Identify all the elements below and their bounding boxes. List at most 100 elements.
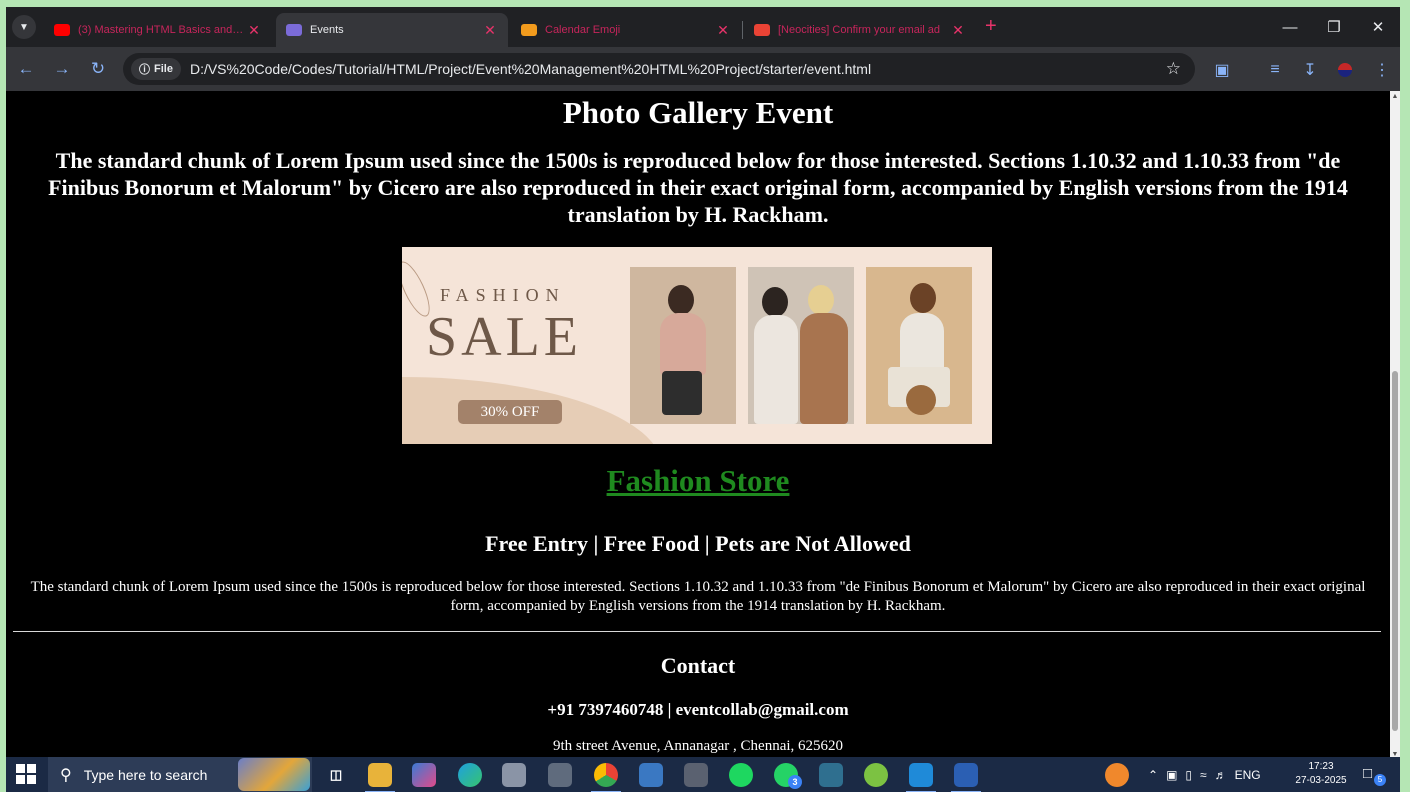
close-icon[interactable]: ✕ <box>715 22 731 39</box>
tab-search-button[interactable]: ▼ <box>12 15 36 39</box>
banner-sale-text: SALE <box>426 306 582 368</box>
horizontal-rule <box>13 631 1381 632</box>
event-description: The standard chunk of Lorem Ipsum used s… <box>30 579 1366 614</box>
close-icon[interactable]: ✕ <box>950 22 966 39</box>
gmail-icon <box>754 24 770 36</box>
basket-bag <box>906 385 936 415</box>
restore-button[interactable]: ❐ <box>1314 14 1354 40</box>
reload-button[interactable]: ↻ <box>86 57 110 81</box>
edge-icon[interactable] <box>458 763 482 787</box>
tab-separator <box>742 21 743 39</box>
model-photo <box>630 267 736 424</box>
bookmark-star-icon[interactable]: ☆ <box>1166 59 1181 79</box>
language-indicator[interactable]: ENG <box>1235 768 1261 782</box>
model-trousers <box>662 371 702 415</box>
notification-center-button[interactable]: □ 5 <box>1363 765 1386 786</box>
task-view-icon[interactable]: ◫ <box>324 763 348 787</box>
minimize-button[interactable]: — <box>1270 14 1310 40</box>
volume-icon[interactable]: ♬ <box>1215 768 1227 782</box>
search-placeholder: Type here to search <box>83 766 208 783</box>
tab-strip: ▼ (3) Mastering HTML Basics and Be ✕ Eve… <box>6 7 1400 47</box>
chevron-down-icon: ▼ <box>19 21 29 33</box>
tab-neocities[interactable]: [Neocities] Confirm your email ad ✕ <box>744 13 976 47</box>
page-viewport: Photo Gallery Event The standard chunk o… <box>6 91 1390 763</box>
model-head <box>910 283 936 313</box>
extensions-icon[interactable]: ▣ <box>1211 59 1233 81</box>
news-app-icon[interactable] <box>639 763 663 787</box>
clock-time: 17:23 <box>1308 761 1334 772</box>
browser-window: ▼ (3) Mastering HTML Basics and Be ✕ Eve… <box>6 7 1400 763</box>
youtube-icon <box>54 24 70 36</box>
page-title: Photo Gallery Event <box>562 95 834 130</box>
banner-discount-badge: 30% OFF <box>458 400 562 424</box>
notification-badge: 5 <box>1374 774 1386 786</box>
window-close-button[interactable]: ✕ <box>1358 14 1398 40</box>
cloud-app-icon[interactable] <box>502 763 526 787</box>
scroll-up-icon[interactable]: ▲ <box>1391 93 1399 100</box>
whatsapp-badge: 3 <box>788 775 802 789</box>
camera-icon[interactable] <box>548 763 572 787</box>
contact-address: 9th street Avenue, Annanagar , Chennai, … <box>552 738 844 754</box>
model-jacket <box>900 313 944 371</box>
notification-icon: □ <box>1363 765 1373 782</box>
tab-title: (3) Mastering HTML Basics and Be <box>78 24 246 36</box>
tab-calendar-emoji[interactable]: Calendar Emoji ✕ <box>511 13 741 47</box>
vscode-icon[interactable] <box>906 763 936 792</box>
clock-date: 27-03-2025 <box>1295 775 1347 786</box>
chrome-icon[interactable] <box>591 763 621 792</box>
fashion-store-link[interactable]: Fashion Store <box>6 463 1390 499</box>
site-info-chip[interactable]: ⓘ File <box>131 58 181 80</box>
model-jacket <box>800 313 848 424</box>
intro-text: The standard chunk of Lorem Ipsum used s… <box>48 148 1348 227</box>
calculator-icon[interactable] <box>684 763 708 787</box>
model-head <box>808 285 834 315</box>
model-photo <box>866 267 972 424</box>
tab-youtube[interactable]: (3) Mastering HTML Basics and Be ✕ <box>44 13 272 47</box>
scrollbar-thumb[interactable] <box>1392 371 1398 731</box>
model-head <box>668 285 694 315</box>
meet-now-icon[interactable]: ▣ <box>1166 768 1177 782</box>
address-bar[interactable]: ⓘ File D:/VS%20Code/Codes/Tutorial/HTML/… <box>123 53 1195 85</box>
copilot-icon[interactable] <box>412 763 436 787</box>
model-jacket <box>754 315 798 424</box>
event-perks: Free Entry | Free Food | Pets are Not Al… <box>485 531 911 556</box>
system-tray: ⌃ ▣ ▯ ≈ ♬ ENG <box>1148 757 1261 792</box>
file-label: File <box>154 63 173 75</box>
close-icon[interactable]: ✕ <box>246 22 262 39</box>
windows-start-button[interactable] <box>16 764 38 786</box>
search-icon: ⚲ <box>60 766 72 784</box>
emoji-icon <box>521 24 537 36</box>
snipping-tool-icon[interactable] <box>819 763 843 787</box>
browser-toolbar: ← → ↻ ⓘ File D:/VS%20Code/Codes/Tutorial… <box>6 47 1400 91</box>
calendar-icon <box>286 24 302 36</box>
contact-heading: Contact <box>660 653 736 678</box>
vertical-scrollbar[interactable]: ▲ ▼ <box>1390 91 1400 763</box>
weather-icon[interactable] <box>1105 763 1129 787</box>
search-highlight-image[interactable] <box>238 758 310 791</box>
wifi-icon[interactable]: ≈ <box>1200 768 1207 782</box>
model-photo <box>748 267 854 424</box>
download-icon[interactable]: ↧ <box>1299 59 1321 81</box>
tab-title: Calendar Emoji <box>545 24 621 36</box>
profile-avatar[interactable] <box>1334 59 1356 81</box>
back-button[interactable]: ← <box>14 57 38 81</box>
tab-events[interactable]: Events ✕ <box>276 13 508 47</box>
windows-taskbar: ⚲ Type here to search ◫ 3 ⌃ ▣ ▯ ≈ ♬ ENG … <box>6 757 1400 792</box>
whatsapp-icon[interactable]: 3 <box>774 763 802 789</box>
model-jacket <box>660 313 706 375</box>
new-tab-button[interactable]: + <box>985 15 997 38</box>
spotify-icon[interactable] <box>729 763 753 787</box>
word-icon[interactable] <box>951 763 981 792</box>
menu-icon[interactable]: ⋮ <box>1371 59 1393 81</box>
taskbar-clock[interactable]: 17:23 27-03-2025 <box>1286 760 1356 788</box>
mint-app-icon[interactable] <box>864 763 888 787</box>
fashion-sale-banner: FASHION SALE 30% OFF <box>402 247 992 444</box>
close-icon[interactable]: ✕ <box>482 22 498 39</box>
tab-title: Events <box>310 24 344 36</box>
chevron-up-icon[interactable]: ⌃ <box>1148 768 1158 782</box>
file-explorer-icon[interactable] <box>365 763 395 792</box>
battery-icon[interactable]: ▯ <box>1185 768 1192 782</box>
url-text[interactable]: D:/VS%20Code/Codes/Tutorial/HTML/Project… <box>190 61 871 77</box>
forward-button[interactable]: → <box>50 57 74 81</box>
reading-list-icon[interactable]: ≡ <box>1264 59 1286 81</box>
